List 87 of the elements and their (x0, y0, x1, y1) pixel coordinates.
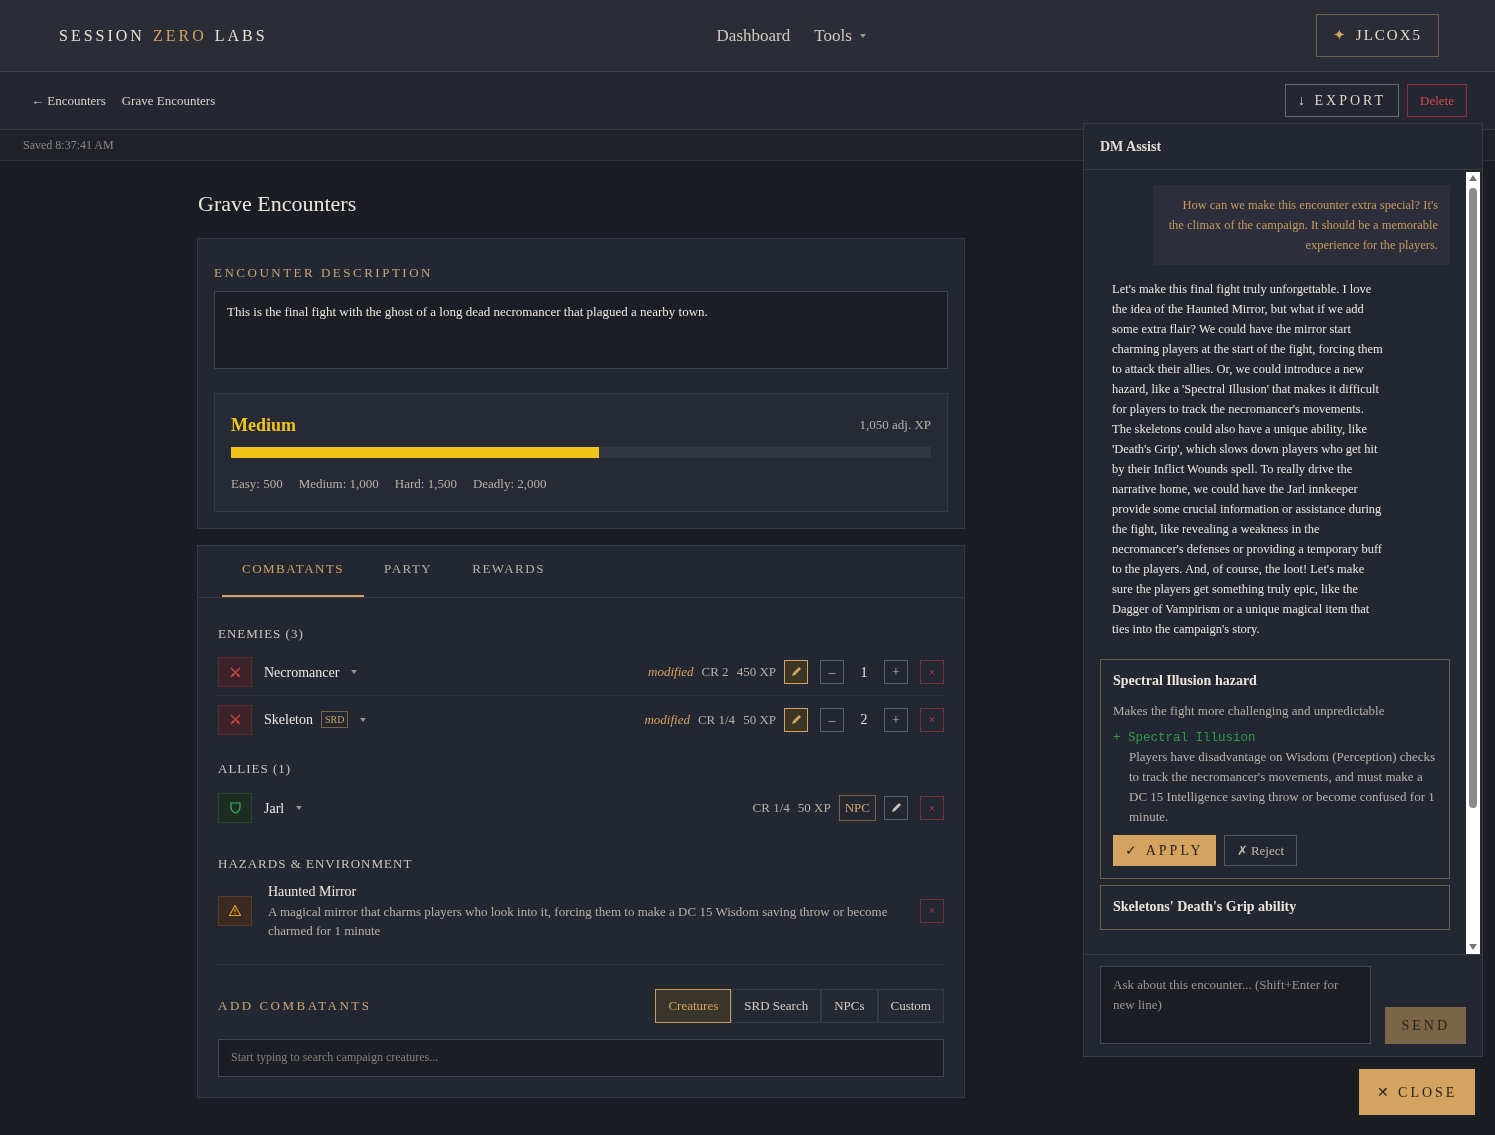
change-name: + Spectral Illusion (1113, 729, 1257, 747)
tab[interactable]: COMBATANTS (222, 546, 365, 597)
saved-status: Saved 8:37:41 AM (23, 137, 114, 154)
remove-button[interactable]: × (920, 898, 944, 923)
scrollbar-thumb[interactable] (1469, 188, 1477, 808)
pencil-icon (790, 713, 802, 726)
combatant-name: Jarl (264, 799, 285, 818)
shield-icon (229, 802, 241, 814)
section-heading: ADD COMBATANTS (218, 997, 372, 1015)
reject-button[interactable]: ✗ Reject (1223, 835, 1298, 867)
description-field[interactable]: This is the final fight with the ghost of a long dead necromancer that plagued a nearby town. (214, 290, 948, 369)
nav-link[interactable]: Tools (814, 22, 866, 49)
brand-word: ZERO (152, 25, 207, 46)
increment-button[interactable]: + (884, 707, 908, 732)
nav-link[interactable]: Dashboard (716, 22, 791, 49)
suggestion-title: Spectral Illusion hazard (1113, 672, 1258, 690)
scroll-up-icon (1469, 175, 1477, 181)
message-field[interactable]: Ask about this encounter... (Shift+Enter for new line) (1100, 966, 1372, 1044)
decrement-button[interactable]: – (820, 707, 844, 732)
delete-button[interactable]: Delete (1407, 83, 1467, 118)
threshold-label: Deadly: 2,000 (472, 474, 547, 493)
challenge-rating: CR 2 (701, 663, 729, 682)
group-heading: ENEMIES (3) (218, 624, 305, 643)
remove-button[interactable]: × (920, 660, 944, 684)
search-field[interactable]: Start typing to search campaign creatures... (218, 1038, 944, 1077)
increment-button[interactable]: + (884, 660, 908, 684)
threshold-label: Hard: 1,500 (394, 474, 457, 493)
pencil-icon (790, 666, 802, 678)
remove-button[interactable]: × (920, 707, 944, 732)
user-button[interactable]: ✦ JLCOX5 (1315, 14, 1439, 57)
threshold-label: Easy: 500 (231, 474, 283, 493)
warning-icon (229, 905, 241, 916)
remove-button[interactable]: × (920, 796, 944, 820)
tab[interactable]: PARTY (364, 546, 453, 597)
xp-value: 50 XP (797, 799, 831, 818)
edit-button[interactable] (784, 707, 808, 732)
breadcrumb-link[interactable]: ← Encounters (31, 90, 106, 111)
caret-icon (859, 33, 866, 38)
modified-label: modified (644, 710, 690, 729)
source-tab[interactable]: NPCs (821, 989, 878, 1023)
xp-value: 50 XP (743, 710, 776, 729)
caret-icon[interactable] (296, 806, 303, 810)
source-tag: SRD (321, 711, 349, 728)
scroll-down-icon (1469, 944, 1477, 950)
count-value: 1 (859, 663, 869, 682)
scrollbar[interactable] (1466, 172, 1480, 954)
count-value: 2 (859, 711, 869, 729)
user-message: How can we make this encounter extra special? It's the climax of the campaign. It should be a memorable experience for the players. (1153, 185, 1450, 265)
export-button[interactable]: ↓ EXPORT (1284, 84, 1400, 117)
npc-tag: NPC (838, 795, 876, 821)
source-tab[interactable]: SRD Search (731, 989, 822, 1023)
change-description: Players have disadvantage on Wisdom (Perception) checks to track the necromancer's movements, and must make a DC 15 Intelligence saving throw or become confused for 1 minute. (1128, 748, 1437, 827)
breadcrumb-link[interactable]: Grave Encounters (121, 90, 216, 111)
challenge-rating: CR 1/4 (697, 710, 736, 729)
edit-button[interactable] (784, 660, 808, 684)
panel-title: DM Assist (1100, 138, 1162, 156)
difficulty-label: Medium (231, 413, 296, 437)
pencil-icon (890, 802, 902, 814)
crossed-swords-icon (229, 666, 241, 678)
section-heading: ENCOUNTER DESCRIPTION (214, 264, 434, 282)
caret-icon[interactable] (351, 670, 358, 674)
assistant-message: Let's make this final fight truly unforgettable. I love the idea of the Haunted Mirror, but what if we add some extra flair? We could have the mirror start charming players at the start of the fight, forcing them to attack their allies. Or, we could introduce a new hazard, like a 'Spectral Illusion' that makes it difficult for players to track the necromancer's movements. The skeletons could also have a unique ability, like 'Death's Grip', which slows down players who get hit by their Inflict Wounds spell. To really drive the narrative home, we could have the Jarl innkeeper provide some crucial information or assistance during the fight, like revealing a weakness in the necromancer's defenses or providing a temporary buff to the players. And, of course, the loot! Let's make sure the players get something truly epic, like the Dagger of Vampirism or a unique magical item that ties into the campaign's story. (1111, 281, 1384, 638)
xp-value: 450 XP (736, 663, 776, 682)
crossed-swords-icon (229, 714, 241, 725)
hazard-description: A magical mirror that charms players who look into it, forcing them to make a DC 15 Wisdom saving throw or become charmed for 1 minute (268, 903, 889, 940)
page-title: Grave Encounters (198, 190, 358, 218)
apply-button[interactable]: ✓ APPLY (1113, 835, 1216, 867)
challenge-rating: CR 1/4 (752, 799, 790, 818)
close-button[interactable]: ✕ CLOSE (1359, 1069, 1475, 1115)
caret-icon[interactable] (360, 717, 367, 722)
source-tab[interactable]: Creatures (655, 989, 732, 1023)
group-heading: HAZARDS & ENVIRONMENT (218, 854, 414, 873)
xp-total: 1,050 adj. XP (859, 416, 931, 435)
combatant-name: Skeleton (264, 711, 313, 729)
source-tab[interactable]: Custom (877, 989, 944, 1023)
group-heading: ALLIES (1) (218, 760, 293, 778)
tab[interactable]: REWARDS (452, 546, 565, 597)
edit-button[interactable] (884, 796, 908, 820)
brand-word: LABS (214, 25, 268, 46)
threshold-label: Medium: 1,000 (298, 474, 379, 493)
decrement-button[interactable]: – (820, 660, 844, 684)
suggestion-title: Skeletons' Death's Grip ability (1113, 898, 1298, 917)
hazard-title: Haunted Mirror (268, 883, 358, 901)
brand-word: SESSION (59, 25, 145, 46)
suggestion-summary: Makes the fight more challenging and unpredictable (1113, 702, 1386, 720)
combatant-name: Necromancer (264, 663, 340, 682)
modified-label: modified (648, 663, 694, 682)
